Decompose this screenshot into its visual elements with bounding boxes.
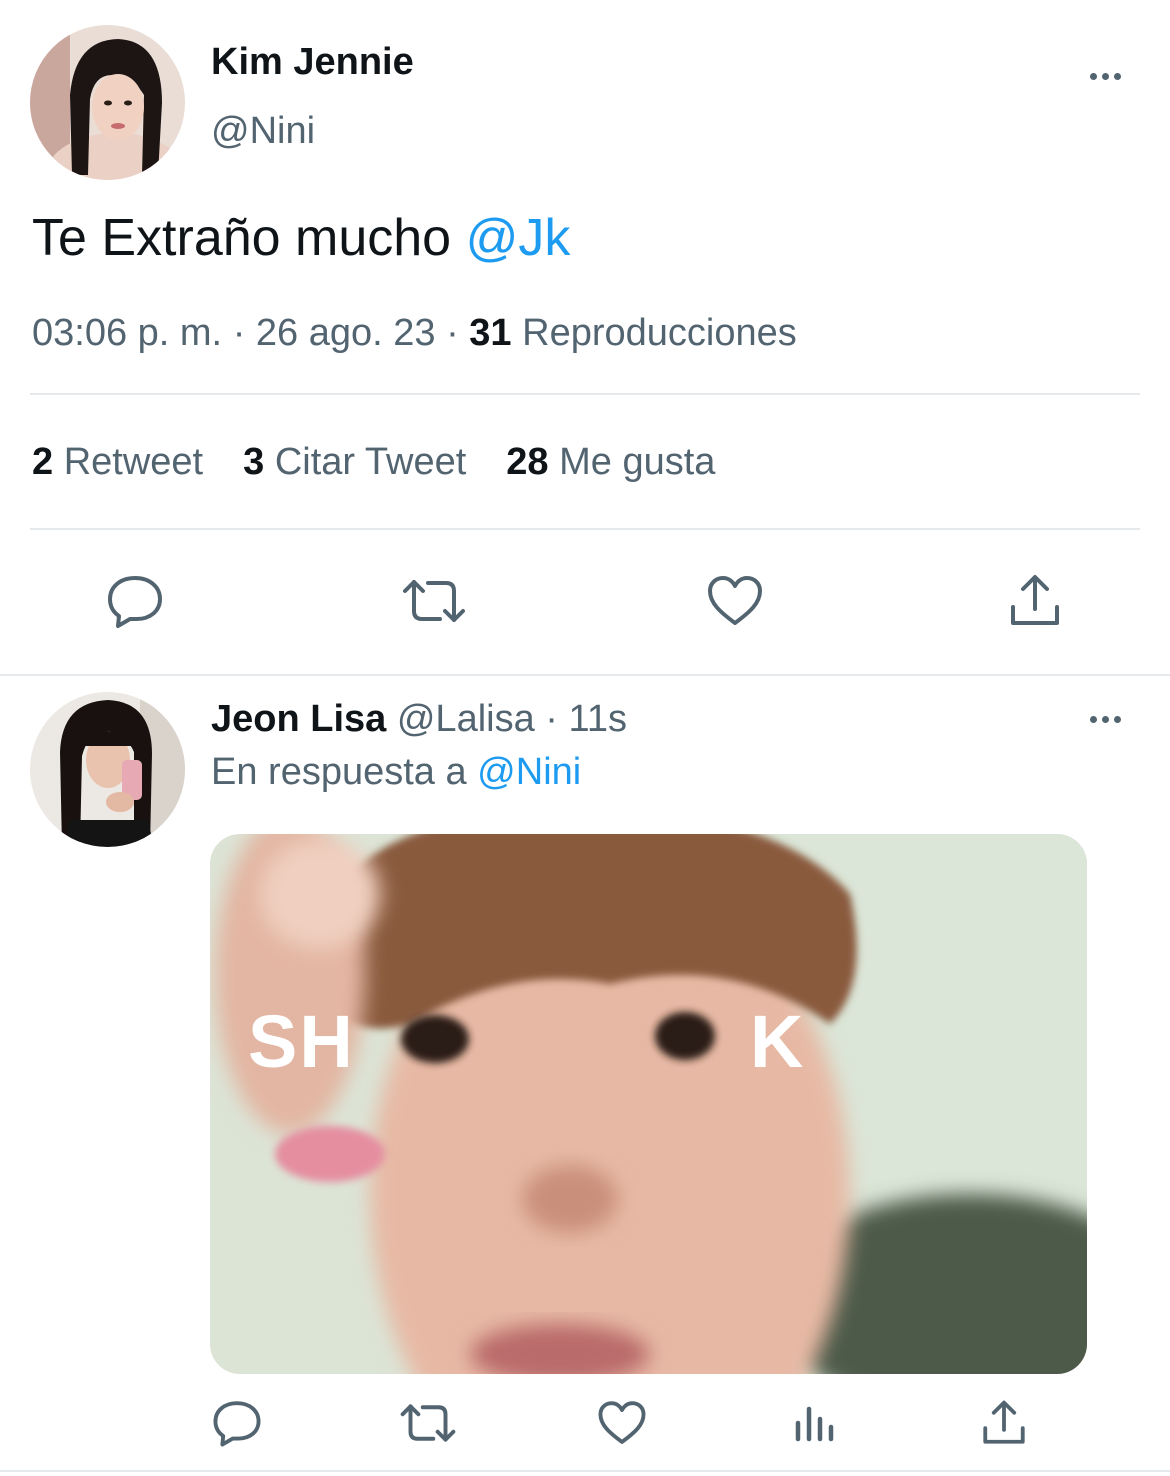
tweet-body: Te Extraño mucho	[32, 209, 452, 267]
stat-label: Me gusta	[559, 441, 716, 483]
dot-icon	[1090, 73, 1097, 80]
media-caption-left: SH	[248, 1000, 355, 1083]
share-icon	[1011, 575, 1059, 625]
meta-separator: ·	[232, 312, 246, 354]
reply-separator: ·	[545, 698, 558, 740]
divider	[30, 528, 1140, 530]
stat-label: Citar Tweet	[274, 441, 467, 483]
reply-more-options-button[interactable]	[1088, 714, 1123, 725]
stat-quote-tweets[interactable]: 3 Citar Tweet	[243, 440, 466, 484]
dot-icon	[1102, 716, 1109, 723]
divider	[0, 674, 1170, 676]
reply-share-button[interactable]	[972, 1394, 1036, 1452]
dot-icon	[1090, 716, 1097, 723]
retweet-button[interactable]	[398, 570, 470, 632]
share-button[interactable]	[1000, 570, 1070, 632]
author-handle[interactable]: @Nini	[211, 109, 315, 153]
reply-icon	[108, 576, 162, 628]
media-caption-right: K	[750, 1000, 804, 1083]
reply-author-handle[interactable]: @Lalisa	[397, 698, 535, 740]
views-count: 31	[469, 312, 512, 354]
like-icon	[598, 1401, 646, 1444]
reply-views-button[interactable]	[782, 1394, 846, 1452]
divider	[30, 393, 1140, 395]
stat-likes[interactable]: 28 Me gusta	[506, 440, 715, 484]
tweet-stats: 2 Retweet 3 Citar Tweet 28 Me gusta	[32, 440, 715, 484]
replying-to-link[interactable]: @Nini	[477, 751, 581, 793]
more-options-button[interactable]	[1088, 71, 1123, 82]
retweet-icon	[403, 580, 465, 622]
media-image	[210, 834, 1087, 1374]
retweet-icon	[400, 1404, 456, 1442]
divider	[0, 1470, 1170, 1472]
reply-reply-button[interactable]	[205, 1394, 269, 1452]
reply-button[interactable]	[100, 570, 170, 632]
stat-count: 28	[506, 441, 549, 483]
tweet-meta: 03:06 p. m. · 26 ago. 23 · 31 Reproducci…	[32, 311, 797, 355]
reply-author-name[interactable]: Jeon Lisa	[211, 698, 386, 740]
reply-media[interactable]: SH K	[210, 834, 1087, 1374]
share-icon	[983, 1400, 1025, 1444]
reply-time[interactable]: 11s	[569, 698, 627, 740]
author-name[interactable]: Kim Jennie	[211, 40, 414, 84]
replying-label: En respuesta a	[211, 751, 467, 793]
dot-icon	[1114, 73, 1121, 80]
tweet-date[interactable]: 26 ago. 23	[256, 312, 436, 354]
reply-header: Jeon Lisa @Lalisa · 11s	[211, 697, 627, 741]
reply-icon	[213, 1401, 261, 1447]
stat-retweets[interactable]: 2 Retweet	[32, 440, 203, 484]
stat-label: Retweet	[63, 441, 204, 483]
reply-retweet-button[interactable]	[394, 1394, 462, 1452]
like-icon	[708, 576, 762, 625]
dot-icon	[1114, 716, 1121, 723]
stat-count: 3	[243, 441, 265, 483]
tweet-time[interactable]: 03:06 p. m.	[32, 312, 222, 354]
views-label: Reproducciones	[522, 312, 797, 354]
replying-to: En respuesta a @Nini	[211, 750, 581, 794]
reply-author-avatar[interactable]	[30, 692, 185, 847]
stat-count: 2	[32, 441, 54, 483]
tweet-text: Te Extraño mucho @Jk	[32, 208, 570, 268]
mention-link[interactable]: @Jk	[466, 209, 571, 267]
reply-like-button[interactable]	[590, 1394, 654, 1452]
author-avatar[interactable]	[30, 25, 185, 180]
dot-icon	[1102, 73, 1109, 80]
like-button[interactable]	[700, 570, 770, 632]
meta-separator: ·	[446, 312, 459, 354]
views-icon	[795, 1406, 834, 1442]
